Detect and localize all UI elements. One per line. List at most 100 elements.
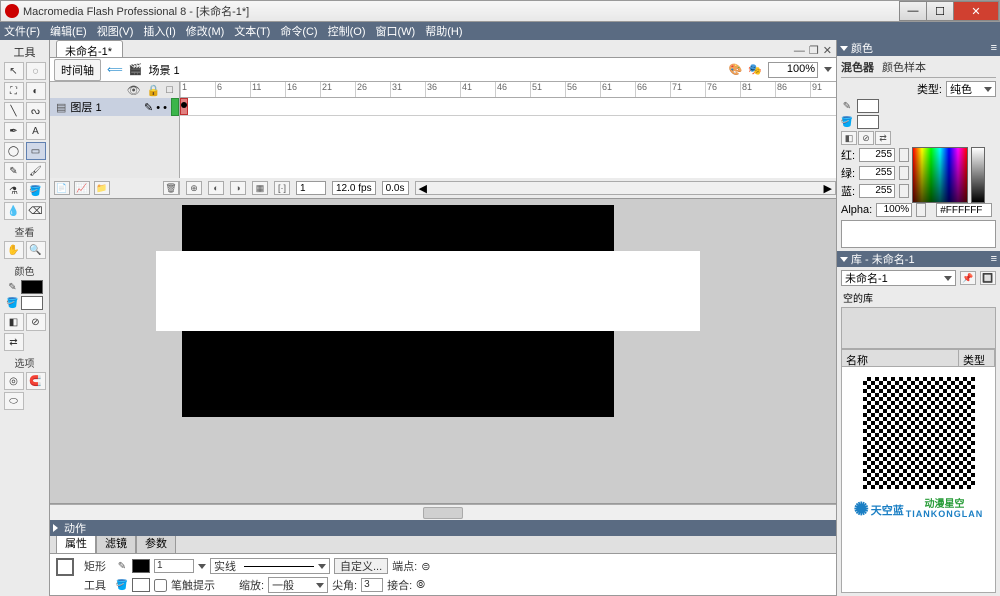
r-fill-swatch[interactable]: [857, 115, 879, 129]
onion-markers-icon[interactable]: [·]: [274, 181, 290, 195]
brush-tool[interactable]: 🖌: [26, 162, 46, 180]
black-white-button[interactable]: ◧: [4, 313, 24, 331]
new-folder-button[interactable]: 📁: [94, 181, 110, 195]
doc-restore-button[interactable]: ❐: [809, 44, 819, 57]
ink-bottle-tool[interactable]: ⚗: [4, 182, 24, 200]
stroke-hinting-checkbox[interactable]: [154, 579, 167, 592]
menu-modify[interactable]: 修改(M): [186, 23, 225, 39]
stage[interactable]: [50, 199, 836, 504]
menu-help[interactable]: 帮助(H): [425, 23, 462, 39]
edit-multiple-icon[interactable]: ▦: [252, 181, 268, 195]
no-color-button[interactable]: ⊘: [26, 313, 46, 331]
stroke-height-dropdown-icon[interactable]: [198, 564, 206, 569]
fps-field[interactable]: 12.0 fps: [332, 181, 376, 195]
green-spinner[interactable]: [899, 166, 909, 180]
back-arrow-icon[interactable]: ⟸: [107, 63, 123, 76]
scroll-right-icon[interactable]: ▶: [821, 182, 835, 195]
stroke-style-dropdown[interactable]: 实线: [210, 558, 330, 574]
onion-skin-icon[interactable]: ◐: [208, 181, 224, 195]
layer-row[interactable]: ▤ 图层 1 ✎ • •: [50, 98, 180, 116]
edit-symbols-icon[interactable]: 🎭: [748, 63, 762, 76]
menu-commands[interactable]: 命令(C): [280, 23, 317, 39]
window-close-button[interactable]: ✕: [953, 1, 999, 21]
text-tool[interactable]: A: [26, 122, 46, 140]
menu-view[interactable]: 视图(V): [97, 23, 134, 39]
eyedropper-tool[interactable]: 💧: [4, 202, 24, 220]
pin-library-icon[interactable]: 📌: [960, 271, 976, 285]
red-spinner[interactable]: [899, 148, 909, 162]
gradient-transform-tool[interactable]: ◐: [26, 82, 46, 100]
prop-fill-swatch[interactable]: [132, 578, 150, 592]
new-motion-guide-button[interactable]: 📈: [74, 181, 90, 195]
horizontal-scrollbar[interactable]: [50, 504, 836, 520]
r-stroke-swatch[interactable]: [857, 99, 879, 113]
library-panel-header[interactable]: 库 - 未命名-1 ≡: [837, 251, 1000, 267]
miter-field[interactable]: 3: [361, 578, 383, 592]
library-col-name[interactable]: 名称: [842, 350, 959, 366]
snap-to-objects-toggle[interactable]: 🧲: [26, 372, 46, 390]
delete-layer-button[interactable]: 🗑: [163, 181, 179, 195]
menu-text[interactable]: 文本(T): [234, 23, 270, 39]
document-tab[interactable]: 未命名-1*: [56, 40, 123, 57]
swap-button-r[interactable]: ⇄: [875, 131, 891, 145]
zoom-field[interactable]: 100%: [768, 62, 818, 78]
timeline-toggle-button[interactable]: 时间轴: [54, 59, 101, 81]
rectangle-settings[interactable]: ⬭: [4, 392, 24, 410]
alpha-spinner[interactable]: [916, 203, 926, 217]
green-field[interactable]: 255: [859, 166, 895, 180]
current-frame-field[interactable]: 1: [296, 181, 326, 195]
alpha-field[interactable]: 100%: [876, 203, 912, 217]
subselection-tool[interactable]: ◌: [26, 62, 46, 80]
pen-tool[interactable]: ✒: [4, 122, 24, 140]
menu-edit[interactable]: 编辑(E): [50, 23, 87, 39]
brightness-slider[interactable]: [971, 147, 985, 203]
doc-minimize-button[interactable]: —: [794, 45, 805, 57]
hex-field[interactable]: #FFFFFF: [936, 203, 992, 217]
outline-icon[interactable]: □: [166, 84, 173, 96]
cap-icon[interactable]: ⊜: [421, 560, 430, 573]
custom-stroke-button[interactable]: 自定义...: [334, 558, 388, 574]
shape-rect-white[interactable]: [156, 251, 700, 331]
stroke-height-field[interactable]: 1: [154, 559, 194, 573]
show-hide-icon[interactable]: 👁: [127, 84, 141, 97]
zoom-tool[interactable]: 🔍: [26, 241, 46, 259]
panel-menu-icon[interactable]: ≡: [991, 42, 997, 54]
stroke-color-swatch[interactable]: [21, 280, 43, 294]
fill-type-dropdown[interactable]: 纯色: [946, 81, 996, 97]
hand-tool[interactable]: ✋: [4, 241, 24, 259]
doc-close-button[interactable]: ✕: [823, 44, 832, 57]
bw-button-r[interactable]: ◧: [841, 131, 857, 145]
timeline-ruler[interactable]: 161116212631364146515661667176818691: [180, 82, 836, 98]
pencil-tool[interactable]: ✎: [4, 162, 24, 180]
lasso-tool[interactable]: ᔓ: [26, 102, 46, 120]
selection-tool[interactable]: ↖: [4, 62, 24, 80]
color-spectrum[interactable]: [912, 147, 968, 203]
blue-spinner[interactable]: [899, 184, 909, 198]
eraser-tool[interactable]: ⌫: [26, 202, 46, 220]
nocolor-button-r[interactable]: ⊘: [858, 131, 874, 145]
object-drawing-toggle[interactable]: ◎: [4, 372, 24, 390]
lock-icon[interactable]: 🔒: [147, 84, 161, 97]
rectangle-tool[interactable]: ▭: [26, 142, 46, 160]
joint-icon[interactable]: ⦾: [416, 579, 425, 592]
library-doc-dropdown[interactable]: 未命名-1: [841, 270, 956, 286]
actions-panel-header[interactable]: 动作: [50, 520, 836, 536]
frames-area[interactable]: [180, 98, 836, 116]
swap-colors-button[interactable]: ⇄: [4, 333, 24, 351]
scene-name[interactable]: 场景 1: [148, 62, 179, 78]
scale-dropdown[interactable]: 一般: [268, 577, 328, 593]
fill-color-swatch[interactable]: [21, 296, 43, 310]
window-maximize-button[interactable]: ☐: [926, 1, 954, 21]
scroll-left-icon[interactable]: ◀: [416, 182, 430, 195]
layer-outline-color[interactable]: [171, 98, 179, 116]
prop-stroke-swatch[interactable]: [132, 559, 150, 573]
menu-control[interactable]: 控制(O): [328, 23, 366, 39]
blue-field[interactable]: 255: [859, 184, 895, 198]
line-tool[interactable]: ╲: [4, 102, 24, 120]
window-minimize-button[interactable]: —: [899, 1, 927, 21]
red-field[interactable]: 255: [859, 148, 895, 162]
menu-window[interactable]: 窗口(W): [376, 23, 416, 39]
color-panel-header[interactable]: 颜色 ≡: [837, 40, 1000, 56]
center-frame-icon[interactable]: ⊕: [186, 181, 202, 195]
library-col-type[interactable]: 类型: [959, 350, 995, 366]
